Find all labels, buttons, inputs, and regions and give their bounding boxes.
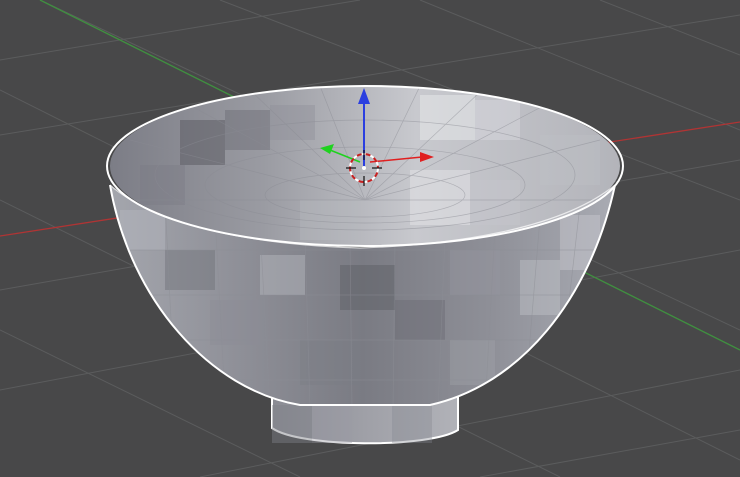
viewport-canvas[interactable] (0, 0, 740, 477)
3d-viewport[interactable] (0, 0, 740, 477)
